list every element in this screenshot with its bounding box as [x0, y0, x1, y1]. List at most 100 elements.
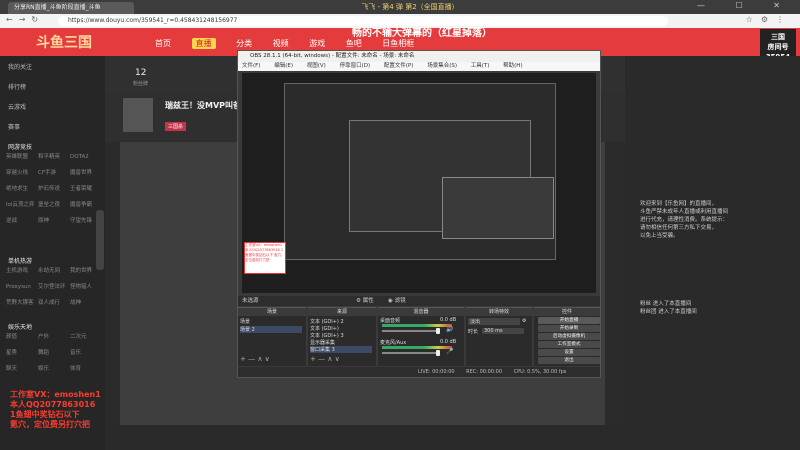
browser-tab[interactable]: 分享RN直播_斗鱼阶段直播_斗鱼: [8, 2, 134, 14]
sidebar-category-link[interactable]: 堡垒之夜: [38, 200, 70, 211]
studio-mode-button[interactable]: 工作室模式: [538, 341, 600, 348]
settings-button[interactable]: 设置: [538, 349, 600, 356]
sidebar-category-link[interactable]: 绝地求生: [6, 184, 38, 195]
nav-video[interactable]: 视频: [273, 39, 289, 48]
sidebar-category-link[interactable]: 逆战: [6, 216, 38, 227]
obs-menu-docks[interactable]: 停靠窗口(D): [340, 63, 371, 69]
nav-category[interactable]: 分类: [236, 39, 252, 48]
sidebar-category-link[interactable]: Proxysun: [6, 282, 38, 293]
nav-game[interactable]: 游戏: [309, 39, 325, 48]
source-item[interactable]: 窗口采集 3: [310, 346, 372, 353]
sidebar-category-link[interactable]: 炉石传说: [38, 184, 70, 195]
sidebar-collapse-handle[interactable]: [96, 210, 104, 270]
sidebar-category-link[interactable]: 原神: [38, 216, 70, 227]
sidebar-category-link[interactable]: 永劫无间: [38, 266, 70, 277]
obs-menu-profile[interactable]: 配置文件(P): [384, 63, 414, 69]
microphone-icon[interactable]: 🎤: [446, 348, 453, 355]
scene-item[interactable]: 场景 2: [240, 326, 302, 333]
sidebar-category-link[interactable]: 主机游戏: [6, 266, 38, 277]
overlay-note: 工作室VX：emoshen1 本人QQ2077863016 1鱼翅中奖钻石以下 …: [244, 242, 286, 274]
sidebar-category-link[interactable]: CF手游: [38, 168, 70, 179]
preview-capture-layer: [442, 177, 554, 239]
volume-slider[interactable]: [382, 330, 440, 332]
sidebar-category-link[interactable]: 王者荣耀: [70, 184, 102, 195]
exit-button[interactable]: 退出: [538, 357, 600, 364]
obs-menu-edit[interactable]: 编辑(E): [274, 63, 293, 69]
start-recording-button[interactable]: 开始录制: [538, 325, 600, 332]
preview-capture-layer: [349, 120, 554, 239]
properties-button[interactable]: ⚙ 属性: [356, 296, 374, 306]
sidebar-category-link[interactable]: 聊天: [6, 364, 38, 375]
nav-live[interactable]: 直播: [191, 38, 216, 49]
sidebar-category-link[interactable]: 体育: [70, 364, 102, 375]
obs-preview[interactable]: [242, 73, 596, 293]
source-add-remove-buttons[interactable]: + — ∧ ∨: [310, 355, 340, 363]
source-item[interactable]: 显示器采集: [310, 339, 335, 346]
gift-bar[interactable]: [105, 425, 800, 450]
sidebar-item-events[interactable]: 赛事: [8, 122, 20, 131]
sidebar-category-link[interactable]: 音乐: [70, 348, 102, 359]
streamer-avatar[interactable]: [123, 98, 153, 132]
sidebar-category-link[interactable]: 双人成行: [38, 298, 70, 309]
sidebar-category-link[interactable]: 战神: [70, 298, 102, 309]
sidebar-section-items[interactable]: 颜值 户外 二次元星秀 舞蹈 音乐聊天 娱乐 体育: [6, 332, 102, 380]
category-tag[interactable]: 三国杀: [165, 122, 187, 131]
sidebar-category-link[interactable]: 荒野大镖客: [6, 298, 38, 309]
sidebar-category-link[interactable]: 魔兽世界: [70, 168, 102, 179]
volume-slider-knob[interactable]: [436, 350, 440, 356]
filters-button[interactable]: ◉ 滤镜: [388, 296, 406, 306]
nav-fishbar[interactable]: 鱼吧: [346, 39, 362, 48]
transition-select[interactable]: 淡出: [468, 318, 520, 325]
obs-menu-file[interactable]: 文件(F): [242, 63, 260, 69]
watermark-line: 工作室VX：emoshen1: [10, 390, 101, 399]
sidebar-category-link[interactable]: 星秀: [6, 348, 38, 359]
sidebar-category-link[interactable]: 怪物猎人: [70, 282, 102, 293]
sidebar-category-link[interactable]: 舞蹈: [38, 348, 70, 359]
virtual-camera-button[interactable]: 启动虚拟摄像机: [538, 333, 600, 340]
window-controls[interactable]: — ☐ ✕: [697, 1, 794, 10]
obs-menu-view[interactable]: 视图(V): [307, 63, 326, 69]
sidebar-category-link[interactable]: 户外: [38, 332, 70, 343]
mixer-track-level: 0.0 dB: [440, 339, 457, 345]
sidebar-category-link[interactable]: 艾尔登法环: [38, 282, 70, 293]
obs-menu-tools[interactable]: 工具(T): [471, 63, 490, 69]
obs-menu-help[interactable]: 帮助(H): [503, 63, 522, 69]
sidebar-category-link[interactable]: 穿越火线: [6, 168, 38, 179]
sidebar-category-link[interactable]: DOTA2: [70, 152, 102, 163]
sidebar-category-link[interactable]: 和平精英: [38, 152, 70, 163]
browser-nav-icons[interactable]: ←→↻: [6, 15, 44, 24]
chat-messages: 欢迎来到【乐鱼网】的直播间， 斗鱼严禁未成年人直播或利用直播间 进行代充，请理性…: [640, 200, 765, 316]
sidebar-category-link[interactable]: 颜值: [6, 332, 38, 343]
sidebar-category-link[interactable]: 英雄联盟: [6, 152, 38, 163]
duration-label: 时长: [468, 329, 479, 335]
transition-settings-icon[interactable]: ⚙: [522, 318, 526, 324]
chat-line: 以免上当受骗。: [640, 233, 679, 239]
room-badge-label: 房间号: [767, 43, 789, 51]
sidebar-category-link[interactable]: lol云顶之弈: [6, 200, 38, 211]
sidebar-item-cloudgame[interactable]: 云游戏: [8, 102, 26, 111]
sidebar-section-items[interactable]: 主机游戏 永劫无间 我的世界Proxysun 艾尔登法环 怪物猎人荒野大镖客 双人成行 战神: [6, 266, 102, 314]
site-logo[interactable]: 斗鱼三国: [36, 32, 92, 52]
volume-slider[interactable]: [382, 352, 440, 354]
duration-input[interactable]: 300 ms: [482, 328, 524, 334]
filters-label: 滤镜: [394, 298, 406, 304]
source-item[interactable]: 文本 (GDI+): [310, 325, 339, 332]
sidebar-category-link[interactable]: 二次元: [70, 332, 102, 343]
start-streaming-button[interactable]: 开始直播: [538, 317, 600, 324]
scene-item[interactable]: 场景: [240, 318, 250, 325]
sidebar-category-link[interactable]: 娱乐: [38, 364, 70, 375]
sidebar-item-follow[interactable]: 我的关注: [8, 62, 32, 71]
scene-add-remove-buttons[interactable]: + — ∧ ∨: [240, 355, 270, 363]
source-item[interactable]: 文本 (GDI+) 3: [310, 332, 344, 339]
obs-menu-scenecollection[interactable]: 场景集合(S): [427, 63, 457, 69]
chat-line: 请勿相信任何第三方私下交易，: [640, 225, 718, 231]
volume-slider-knob[interactable]: [436, 328, 440, 334]
nav-home[interactable]: 首页: [155, 39, 171, 48]
browser-toolbar-icons[interactable]: ☆⚙⋮: [746, 15, 792, 24]
source-item[interactable]: 文本 (GDI+) 2: [310, 318, 344, 325]
sidebar-section-items[interactable]: 英雄联盟 和平精英 DOTA2 穿越火线 CF手游 魔兽世界绝地求生 炉石传说 王者荣耀 lol…: [6, 152, 102, 232]
sidebar-item-rank[interactable]: 排行榜: [8, 82, 26, 91]
nav-frame[interactable]: 日鱼相框: [382, 39, 414, 48]
window-title: 飞飞 - 第4 弹 第2（全国直播）: [361, 3, 459, 11]
speaker-icon[interactable]: 🔊: [446, 326, 453, 333]
